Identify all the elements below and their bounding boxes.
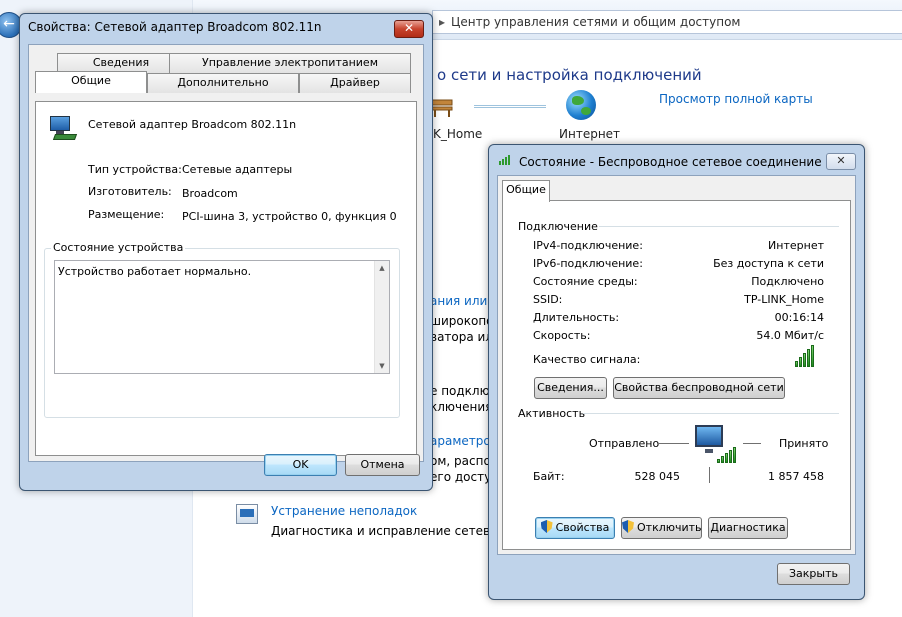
device-status-text: Устройство работает нормально.: [58, 265, 252, 278]
breadcrumb-separator-icon: ▸: [439, 15, 446, 29]
background-link-fragment[interactable]: араметро: [430, 434, 491, 448]
ok-button[interactable]: OK: [264, 454, 337, 476]
signal-strength-icon: [795, 345, 814, 367]
address-bar-text: Центр управления сетями и общим доступом: [451, 15, 741, 29]
ipv6-value: Без доступа к сети: [713, 257, 824, 270]
page-heading: о сети и настройка подключений: [437, 66, 702, 84]
bytes-received-value: 1 857 458: [768, 470, 824, 483]
close-icon[interactable]: ✕: [826, 153, 856, 170]
scroll-down-icon[interactable]: ▼: [375, 359, 389, 373]
general-tab-panel: Подключение IPv4-подключение: Интернет I…: [502, 200, 851, 550]
background-text-fragment: ключения: [430, 400, 493, 414]
window-title: Состояние - Беспроводное сетевое соедине…: [519, 155, 822, 169]
internet-globe-icon: [566, 90, 596, 120]
tab-details[interactable]: Сведения: [57, 53, 185, 73]
received-line: [743, 443, 761, 444]
computer-activity-icon: [691, 425, 736, 465]
ipv6-label: IPv6-подключение:: [533, 257, 643, 270]
bench-icon: [431, 99, 453, 117]
dialog-body: Общие Подключение IPv4-подключение: Инте…: [497, 175, 856, 555]
diagnose-button[interactable]: Диагностика: [708, 517, 788, 539]
location-label: Размещение:: [88, 208, 165, 221]
troubleshoot-icon: [236, 504, 258, 524]
wireless-properties-button[interactable]: Свойства беспроводной сети: [613, 377, 785, 399]
section-divider: [599, 226, 839, 227]
manufacturer-label: Изготовитель:: [88, 185, 172, 198]
media-state-value: Подключено: [751, 275, 824, 288]
dialog-body: Сведения Управление электропитанием Общи…: [28, 44, 424, 462]
uac-shield-icon: [540, 520, 553, 533]
address-bar[interactable]: ▸ Центр управления сетями и общим доступо…: [432, 10, 902, 34]
duration-value: 00:16:14: [774, 311, 824, 324]
received-label: Принято: [779, 437, 829, 450]
signal-quality-label: Качество сигнала:: [533, 353, 641, 366]
tab-general[interactable]: Общие: [35, 71, 147, 93]
manufacturer-value: Broadcom: [182, 187, 238, 200]
connection-section-label: Подключение: [518, 220, 598, 233]
device-type-label: Тип устройства:: [88, 163, 182, 176]
tab-power-management[interactable]: Управление электропитанием: [169, 53, 411, 73]
general-tab-panel: Сетевой адаптер Broadcom 802.11n Тип уст…: [35, 101, 417, 456]
close-button[interactable]: Закрыть: [777, 563, 850, 585]
activity-section-label: Активность: [518, 407, 586, 420]
device-status-legend: Состояние устройства: [51, 241, 186, 254]
close-icon[interactable]: ✕: [394, 20, 424, 38]
bytes-sent-value: 528 045: [634, 470, 681, 483]
sent-label: Отправлено: [589, 437, 660, 450]
device-name: Сетевой адаптер Broadcom 802.11n: [88, 118, 297, 131]
scroll-up-icon[interactable]: ▲: [375, 261, 389, 275]
troubleshoot-link[interactable]: Устранение неполадок: [271, 504, 417, 518]
details-button[interactable]: Сведения...: [534, 377, 607, 399]
section-divider: [583, 413, 839, 414]
device-status-group: Состояние устройства Устройство работает…: [44, 241, 400, 418]
ipv4-label: IPv4-подключение:: [533, 239, 643, 252]
view-full-map-link[interactable]: Просмотр полной карты: [659, 92, 813, 106]
tab-driver[interactable]: Драйвер: [299, 73, 411, 93]
ssid-value: TP-LINK_Home: [744, 293, 824, 306]
bytes-divider: [709, 467, 710, 483]
bytes-label: Байт:: [533, 470, 565, 483]
tab-general[interactable]: Общие: [502, 180, 550, 202]
adapter-properties-window: Свойства: Сетевой адаптер Broadcom 802.1…: [19, 13, 433, 491]
properties-button-label: Свойства: [555, 521, 610, 534]
disconnect-button-label: Отключить: [637, 521, 702, 534]
disconnect-button[interactable]: Отключить: [621, 517, 702, 539]
wireless-signal-icon: [499, 155, 510, 165]
media-state-label: Состояние среды:: [533, 275, 638, 288]
sent-line: [657, 443, 689, 444]
speed-value: 54.0 Мбит/с: [756, 329, 824, 342]
network-map-connector: [474, 105, 546, 108]
speed-label: Скорость:: [533, 329, 591, 342]
duration-label: Длительность:: [533, 311, 620, 324]
background-text-fragment: е подключ: [430, 384, 497, 398]
location-value: PCI-шина 3, устройство 0, функция 0: [182, 210, 397, 223]
tab-advanced[interactable]: Дополнительно: [147, 73, 299, 93]
cancel-button[interactable]: Отмена: [345, 454, 420, 476]
properties-button[interactable]: Свойства: [535, 517, 615, 539]
vertical-scrollbar[interactable]: ▲ ▼: [374, 261, 389, 373]
ipv4-value: Интернет: [768, 239, 824, 252]
ssid-label: SSID:: [533, 293, 563, 306]
uac-shield-icon: [622, 520, 634, 533]
network-name-label: K_Home: [433, 127, 483, 141]
network-adapter-icon: [50, 116, 78, 140]
device-type-value: Сетевые адаптеры: [182, 163, 293, 176]
device-status-textarea[interactable]: Устройство работает нормально. ▲ ▼: [54, 260, 390, 374]
window-title: Свойства: Сетевой адаптер Broadcom 802.1…: [28, 20, 322, 34]
wireless-status-window: Состояние - Беспроводное сетевое соедине…: [488, 144, 865, 600]
internet-label: Интернет: [559, 127, 621, 141]
